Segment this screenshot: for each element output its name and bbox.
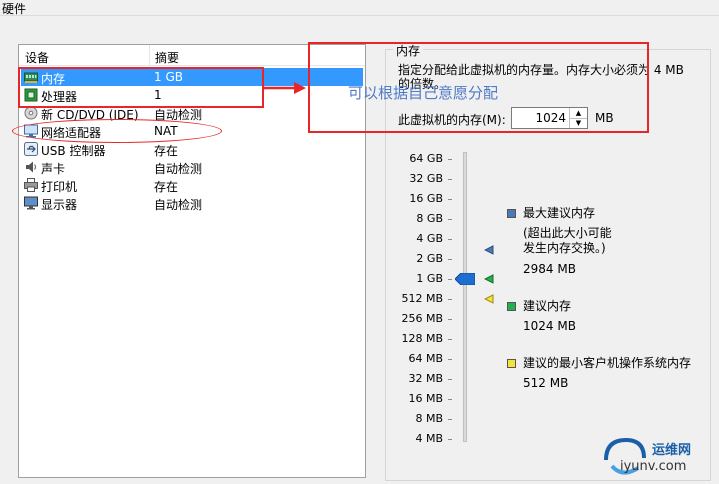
tick-mark	[448, 199, 452, 200]
legend-min-guest-value: 512 MB	[523, 376, 569, 390]
legend-recommended-title: 建议内存	[523, 299, 572, 313]
tick-label: 32 MB	[408, 372, 443, 385]
device-name: 打印机	[41, 180, 78, 194]
tick-mark	[448, 219, 452, 220]
legend-min-guest-swatch	[507, 359, 516, 368]
tick-mark	[448, 359, 452, 360]
tick-label: 64 GB	[409, 152, 443, 165]
min-guest-marker	[484, 294, 494, 304]
tick-mark	[448, 159, 452, 160]
device-summary: 存在	[154, 180, 179, 194]
tick-mark	[448, 399, 452, 400]
tick-mark	[448, 379, 452, 380]
device-name: 声卡	[41, 162, 66, 176]
tick-mark	[448, 239, 452, 240]
tick-label: 8 GB	[416, 212, 443, 225]
tick-label: 512 MB	[401, 292, 443, 305]
device-name: USB 控制器	[41, 144, 106, 158]
tick-label: 4 GB	[416, 232, 443, 245]
cd-dvd-icon	[24, 106, 38, 120]
device-row-usb[interactable]: USB 控制器 存在	[21, 140, 363, 158]
device-summary: 自动检测	[154, 198, 203, 212]
device-row-monitor[interactable]: 显示器 自动检测	[21, 194, 363, 212]
header-separator	[149, 45, 150, 65]
header-summary[interactable]: 摘要	[155, 49, 179, 66]
tick-label: 16 MB	[408, 392, 443, 405]
watermark: 运维网 iyunv.com	[590, 432, 715, 482]
tick-label: 128 MB	[401, 332, 443, 345]
title-divider	[0, 15, 719, 16]
tick-label: 32 GB	[409, 172, 443, 185]
memory-slider-track[interactable]	[463, 152, 467, 442]
tick-mark	[448, 299, 452, 300]
tick-mark	[448, 179, 452, 180]
tick-mark	[448, 439, 452, 440]
header-device[interactable]: 设备	[25, 49, 49, 66]
watermark-url: iyunv.com	[620, 459, 687, 474]
device-summary: 自动检测	[154, 162, 203, 176]
tick-label: 4 MB	[415, 432, 443, 445]
legend-max-title: 最大建议内存	[523, 206, 596, 220]
tick-mark	[448, 259, 452, 260]
tick-mark	[448, 419, 452, 420]
legend-min-guest-title: 建议的最小客户机操作系统内存	[523, 356, 692, 370]
legend-max-swatch	[507, 209, 516, 218]
annotation-box-left	[18, 67, 264, 108]
tick-label: 64 MB	[408, 352, 443, 365]
tick-label: 16 GB	[409, 192, 443, 205]
annotation-text: 可以根据自己意愿分配	[348, 84, 499, 102]
device-row-sound-card[interactable]: 声卡 自动检测	[21, 158, 363, 176]
annotation-arrow-icon	[262, 82, 306, 94]
legend-recommended-value: 1024 MB	[523, 319, 576, 333]
max-recommended-marker	[484, 245, 494, 255]
watermark-title: 运维网	[652, 443, 692, 458]
tick-label: 256 MB	[401, 312, 443, 325]
sound-card-icon	[26, 161, 36, 173]
watermark-logo-icon	[604, 437, 646, 475]
memory-slider-thumb[interactable]	[455, 273, 475, 285]
device-summary: 存在	[154, 144, 179, 158]
printer-icon	[24, 178, 38, 192]
legend-recommended-swatch	[507, 302, 516, 311]
tick-mark	[448, 319, 452, 320]
device-name: 显示器	[41, 198, 78, 212]
tick-label: 8 MB	[415, 412, 443, 425]
legend-max-value: 2984 MB	[523, 262, 576, 276]
monitor-icon	[24, 196, 38, 210]
annotation-ellipse	[12, 119, 222, 143]
usb-icon	[24, 142, 38, 156]
legend-max-note: (超出此大小可能	[523, 226, 612, 240]
legend-max-note: 发生内存交换。)	[523, 241, 606, 255]
tick-label: 2 GB	[416, 252, 443, 265]
recommended-marker	[484, 274, 494, 284]
tick-mark	[448, 339, 452, 340]
device-row-printer[interactable]: 打印机 存在	[21, 176, 363, 194]
tick-mark	[448, 279, 452, 280]
tick-label: 1 GB	[416, 272, 443, 285]
